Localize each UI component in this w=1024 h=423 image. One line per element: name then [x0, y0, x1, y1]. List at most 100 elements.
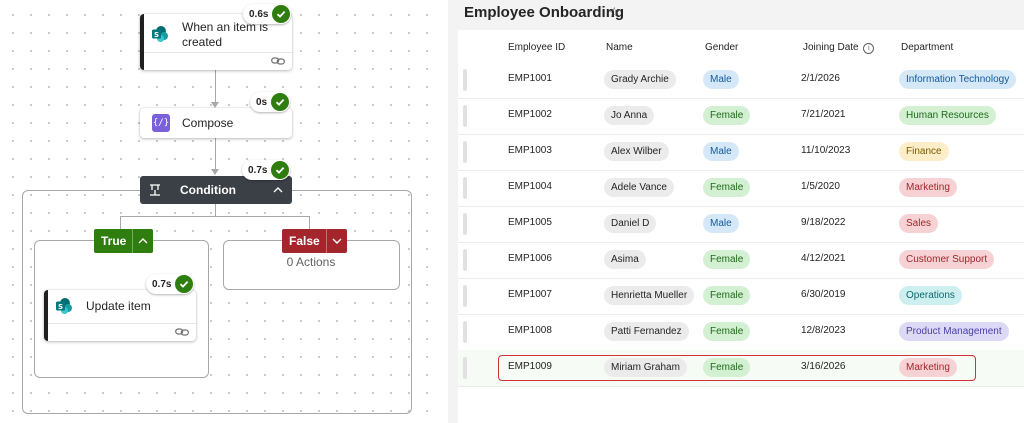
- update-item-card[interactable]: S Update item: [44, 290, 196, 341]
- update-item-title: Update item: [86, 299, 151, 313]
- sharepoint-icon: S: [56, 298, 72, 314]
- department-pill: Information Technology: [899, 70, 1017, 89]
- compose-card[interactable]: {/} Compose: [140, 108, 292, 138]
- joining-date-cell: 2/1/2026: [801, 73, 840, 84]
- row-selector[interactable]: [463, 213, 467, 235]
- row-selector[interactable]: [463, 105, 467, 127]
- card-footer: [144, 52, 292, 70]
- joining-date-cell: 4/12/2021: [801, 253, 846, 264]
- info-icon[interactable]: i: [863, 43, 875, 54]
- update-item-duration-badge: 0.7s: [146, 274, 195, 294]
- compose-icon: {/}: [152, 114, 170, 132]
- joining-date-cell: 11/10/2023: [801, 145, 851, 156]
- department-pill: Marketing: [899, 358, 957, 377]
- joining-date-cell: 12/8/2023: [801, 325, 846, 336]
- compose-duration: 0s: [256, 96, 268, 108]
- condition-duration: 0.7s: [248, 164, 268, 176]
- name-pill[interactable]: Alex Wilber: [604, 142, 669, 161]
- row-selector[interactable]: [463, 177, 467, 199]
- gender-pill: Female: [703, 322, 751, 341]
- employee-id-cell: EMP1001: [508, 73, 552, 84]
- row-selector[interactable]: [463, 249, 467, 271]
- true-branch-tag[interactable]: True: [94, 229, 154, 253]
- update-item-duration: 0.7s: [152, 278, 172, 290]
- column-header-name[interactable]: Name: [606, 42, 633, 53]
- table-row[interactable]: EMP1009 Miriam Graham Female 3/16/2026 Marke…: [458, 350, 1024, 387]
- joining-date-cell: 7/21/2021: [801, 109, 846, 120]
- employee-id-cell: EMP1008: [508, 325, 552, 336]
- department-pill: Operations: [899, 286, 962, 305]
- condition-header[interactable]: Condition: [140, 176, 292, 204]
- svg-text:S: S: [154, 31, 159, 39]
- trigger-duration-badge: 0.6s: [243, 4, 292, 24]
- condition-icon: [150, 184, 160, 196]
- employee-id-cell: EMP1005: [508, 217, 552, 228]
- department-pill: Sales: [899, 214, 939, 233]
- column-header-employee-id[interactable]: Employee ID: [508, 42, 565, 53]
- name-pill[interactable]: Patti Fernandez: [604, 322, 689, 341]
- table-row[interactable]: EMP1007 Henrietta Mueller Female 6/30/2019 O…: [458, 278, 1024, 315]
- row-selector[interactable]: [463, 69, 467, 91]
- table-row[interactable]: EMP1002 Jo Anna Female 7/21/2021 Human Resou…: [458, 98, 1024, 135]
- row-selector[interactable]: [463, 285, 467, 307]
- table-row[interactable]: EMP1001 Grady Archie Male 2/1/2026 Informati…: [458, 62, 1024, 99]
- success-check-icon: [271, 93, 290, 111]
- employee-id-cell: EMP1007: [508, 289, 552, 300]
- table-row[interactable]: EMP1004 Adele Vance Female 1/5/2020 Marketin…: [458, 170, 1024, 207]
- success-check-icon: [271, 161, 290, 179]
- svg-text:S: S: [58, 303, 63, 311]
- chevron-down-icon[interactable]: [325, 229, 347, 253]
- success-check-icon: [175, 275, 194, 293]
- gender-pill: Male: [703, 142, 739, 161]
- name-pill[interactable]: Henrietta Mueller: [604, 286, 695, 305]
- chevron-up-icon[interactable]: [132, 229, 153, 253]
- name-pill[interactable]: Jo Anna: [604, 106, 655, 125]
- false-branch-empty-text: 0 Actions: [286, 255, 336, 269]
- joining-date-cell: 1/5/2020: [801, 181, 840, 192]
- joining-date-cell: 3/16/2026: [801, 361, 846, 372]
- table-row[interactable]: EMP1003 Alex Wilber Male 11/10/2023 Finance: [458, 134, 1024, 171]
- employee-id-cell: EMP1009: [508, 361, 552, 372]
- star-icon[interactable]: ☆: [608, 4, 621, 21]
- department-pill: Marketing: [899, 178, 957, 197]
- name-pill[interactable]: Asima: [604, 250, 646, 269]
- link-icon: [271, 57, 285, 65]
- table-row[interactable]: EMP1006 Asima Female 4/12/2021 Customer Supp…: [458, 242, 1024, 279]
- trigger-title: When an item is created: [182, 20, 282, 50]
- name-pill[interactable]: Grady Archie: [604, 70, 676, 89]
- success-check-icon: [272, 5, 291, 23]
- joining-date-cell: 9/18/2022: [801, 217, 846, 228]
- condition-duration-badge: 0.7s: [242, 160, 291, 180]
- name-pill[interactable]: Adele Vance: [604, 178, 674, 197]
- employee-id-cell: EMP1006: [508, 253, 552, 264]
- department-pill: Product Management: [899, 322, 1009, 341]
- name-pill[interactable]: Miriam Graham: [604, 358, 687, 377]
- employee-id-cell: EMP1004: [508, 181, 552, 192]
- condition-title: Condition: [180, 183, 236, 197]
- compose-title: Compose: [182, 116, 234, 130]
- gender-pill: Female: [703, 358, 751, 377]
- chevron-up-icon[interactable]: [273, 186, 283, 194]
- card-footer: [48, 323, 196, 341]
- table-row[interactable]: EMP1005 Daniel D Male 9/18/2022 Sales: [458, 206, 1024, 243]
- trigger-title-line2: created: [182, 35, 223, 49]
- column-header-department[interactable]: Department: [901, 42, 953, 53]
- gender-pill: Female: [703, 286, 751, 305]
- row-selector[interactable]: [463, 321, 467, 343]
- link-icon: [175, 328, 189, 336]
- column-header-joining-date[interactable]: Joining Date i: [803, 42, 875, 54]
- gender-pill: Female: [703, 178, 751, 197]
- compose-duration-badge: 0s: [250, 92, 291, 112]
- gender-pill: Female: [703, 106, 751, 125]
- trigger-duration: 0.6s: [249, 8, 269, 20]
- table-row[interactable]: EMP1008 Patti Fernandez Female 12/8/2023 Pro…: [458, 314, 1024, 351]
- department-pill: Customer Support: [899, 250, 995, 269]
- false-branch-tag[interactable]: False: [282, 229, 347, 253]
- row-selector[interactable]: [463, 141, 467, 163]
- employee-id-cell: EMP1002: [508, 109, 552, 120]
- name-pill[interactable]: Daniel D: [604, 214, 657, 233]
- true-branch-label: True: [101, 234, 127, 248]
- column-header-gender[interactable]: Gender: [705, 42, 738, 53]
- gender-pill: Male: [703, 214, 739, 233]
- row-selector[interactable]: [463, 357, 467, 379]
